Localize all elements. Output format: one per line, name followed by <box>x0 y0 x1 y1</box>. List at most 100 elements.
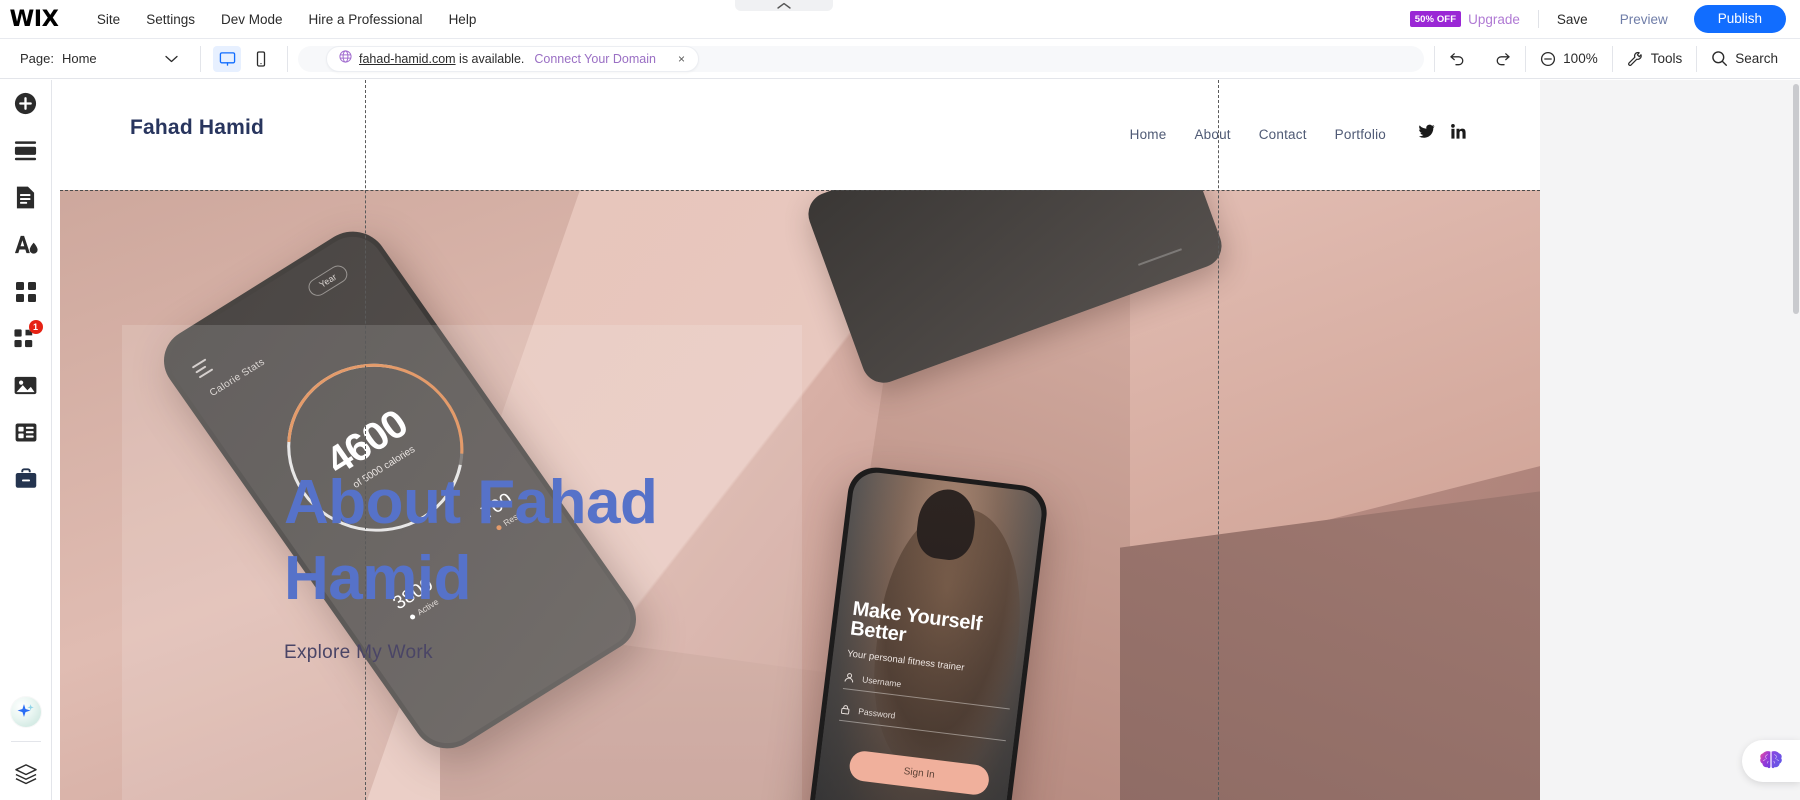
undo-button[interactable] <box>1435 46 1480 71</box>
editor-top-bar: WIX Site Settings Dev Mode Hire a Profes… <box>0 0 1800 39</box>
chevron-up-icon <box>777 2 791 9</box>
mockup-device-line <box>1138 248 1182 266</box>
globe-icon <box>339 49 352 68</box>
top-menu: Site Settings Dev Mode Hire a Profession… <box>84 7 489 32</box>
collapse-toolbar-handle[interactable] <box>735 0 833 11</box>
search-icon <box>1712 51 1728 66</box>
wix-logo[interactable]: WIX <box>10 7 59 32</box>
desktop-view-button[interactable] <box>213 45 241 72</box>
zoom-level: 100% <box>1563 51 1598 66</box>
hero-title[interactable]: About Fahad Hamid <box>284 465 984 616</box>
image-icon <box>14 376 37 395</box>
search-label: Search <box>1735 51 1778 66</box>
stage-scrollbar-thumb[interactable] <box>1793 84 1799 314</box>
top-menu-item-dev-mode[interactable]: Dev Mode <box>208 7 296 32</box>
search-button[interactable]: Search <box>1697 45 1792 72</box>
twitter-icon[interactable] <box>1418 124 1435 144</box>
mobile-view-button[interactable] <box>247 46 275 72</box>
user-icon <box>844 673 854 683</box>
sidebar-item-site-design[interactable] <box>0 221 52 268</box>
mockup-period-pill: Year <box>304 262 351 300</box>
ai-brain-widget[interactable] <box>1742 740 1800 782</box>
tools-button[interactable]: Tools <box>1613 46 1697 72</box>
page-icon <box>16 186 35 209</box>
layout-guide-vertical-right <box>1218 80 1219 800</box>
site-canvas: Fahad Hamid Home About Contact Portfolio <box>60 80 1540 800</box>
upgrade-button[interactable]: Upgrade <box>1468 12 1536 27</box>
layout-guide-horizontal <box>60 190 1540 191</box>
publish-button[interactable]: Publish <box>1693 5 1786 33</box>
linkedin-icon[interactable] <box>1451 124 1466 144</box>
connect-domain-link[interactable]: Connect Your Domain <box>534 52 656 66</box>
site-nav: Home About Contact Portfolio <box>1116 124 1466 144</box>
apps-grid-icon <box>15 281 36 302</box>
top-bar-actions: 50% OFF Upgrade Save Preview Publish <box>1409 5 1800 33</box>
domain-name[interactable]: fahad-hamid.com <box>359 52 456 66</box>
site-header[interactable]: Fahad Hamid Home About Contact Portfolio <box>60 80 1540 190</box>
zoom-control[interactable]: 100% <box>1526 46 1612 72</box>
sidebar-item-business-tools[interactable] <box>0 456 52 503</box>
redo-button[interactable] <box>1480 46 1525 71</box>
sidebar-item-layers[interactable] <box>0 748 52 800</box>
sidebar-item-cms[interactable] <box>0 409 52 456</box>
sidebar-item-apps-market[interactable] <box>0 268 52 315</box>
editor-sub-toolbar: Page: Home fahad-hamid.com is available.… <box>0 39 1800 79</box>
theme-paint-icon <box>14 235 38 254</box>
stage-gutter-right <box>1540 80 1800 800</box>
nav-link-portfolio[interactable]: Portfolio <box>1321 127 1400 142</box>
nav-link-contact[interactable]: Contact <box>1245 127 1321 142</box>
sidebar-item-media-manager[interactable] <box>0 362 52 409</box>
section-icon <box>14 140 37 160</box>
page-selector[interactable]: Page: Home <box>0 50 200 68</box>
brain-icon <box>1760 751 1782 769</box>
toolbar-divider <box>287 45 288 72</box>
hero-cta-link[interactable]: Explore My Work <box>284 642 433 664</box>
domain-text: fahad-hamid.com is available. <box>359 52 524 66</box>
hero-section[interactable]: Calorie Stats Year 4600 of 5000 calories… <box>60 190 1540 800</box>
plus-circle-icon <box>14 92 37 115</box>
database-table-icon <box>15 423 36 442</box>
toolbar-right-actions: 100% Tools Search <box>1435 45 1800 72</box>
layers-icon <box>14 764 37 785</box>
sidebar-item-ai-assistant[interactable] <box>0 688 52 735</box>
stage-scrollbar[interactable] <box>1792 80 1800 800</box>
briefcase-icon <box>15 468 36 488</box>
lock-icon <box>840 705 850 715</box>
close-icon[interactable]: × <box>675 52 688 66</box>
redo-icon <box>1496 53 1510 66</box>
domain-status: is available. <box>455 51 525 66</box>
sidebar-item-add-section[interactable] <box>0 127 52 174</box>
mobile-icon <box>256 50 266 67</box>
preview-button[interactable]: Preview <box>1604 7 1684 32</box>
sparkle-orb-icon <box>10 696 41 727</box>
domain-banner-area: fahad-hamid.com is available. Connect Yo… <box>298 45 1425 72</box>
undo-icon <box>1450 53 1464 66</box>
rail-divider <box>10 741 41 742</box>
sidebar-item-add-elements[interactable] <box>0 80 52 127</box>
sidebar-item-my-business[interactable]: 1 <box>0 315 52 362</box>
left-tool-rail: 1 <box>0 80 52 800</box>
top-menu-item-hire-a-professional[interactable]: Hire a Professional <box>296 7 436 32</box>
page-selector-label: Page: <box>20 51 54 66</box>
top-menu-item-help[interactable]: Help <box>436 7 490 32</box>
save-button[interactable]: Save <box>1541 7 1604 32</box>
hero-title-line-2: Hamid <box>284 543 471 613</box>
nav-link-home[interactable]: Home <box>1116 127 1181 142</box>
domain-banner[interactable]: fahad-hamid.com is available. Connect Yo… <box>326 45 699 72</box>
hero-title-line-1: About Fahad <box>284 468 658 537</box>
promo-badge: 50% OFF <box>1409 11 1462 27</box>
top-menu-item-site[interactable]: Site <box>84 7 133 32</box>
page-selector-value: Home <box>61 51 97 66</box>
tools-label: Tools <box>1650 51 1683 66</box>
layout-guide-vertical-left <box>365 80 366 800</box>
editor-stage: Fahad Hamid Home About Contact Portfolio <box>52 80 1800 800</box>
site-logo[interactable]: Fahad Hamid <box>130 116 264 140</box>
sidebar-badge-my-business: 1 <box>28 320 43 334</box>
sidebar-item-pages[interactable] <box>0 174 52 221</box>
nav-link-about[interactable]: About <box>1180 127 1244 142</box>
desktop-icon <box>219 51 235 66</box>
zoom-out-icon <box>1541 51 1556 66</box>
device-toggle <box>201 45 287 72</box>
wrench-icon <box>1627 51 1642 66</box>
top-menu-item-settings[interactable]: Settings <box>133 7 208 32</box>
